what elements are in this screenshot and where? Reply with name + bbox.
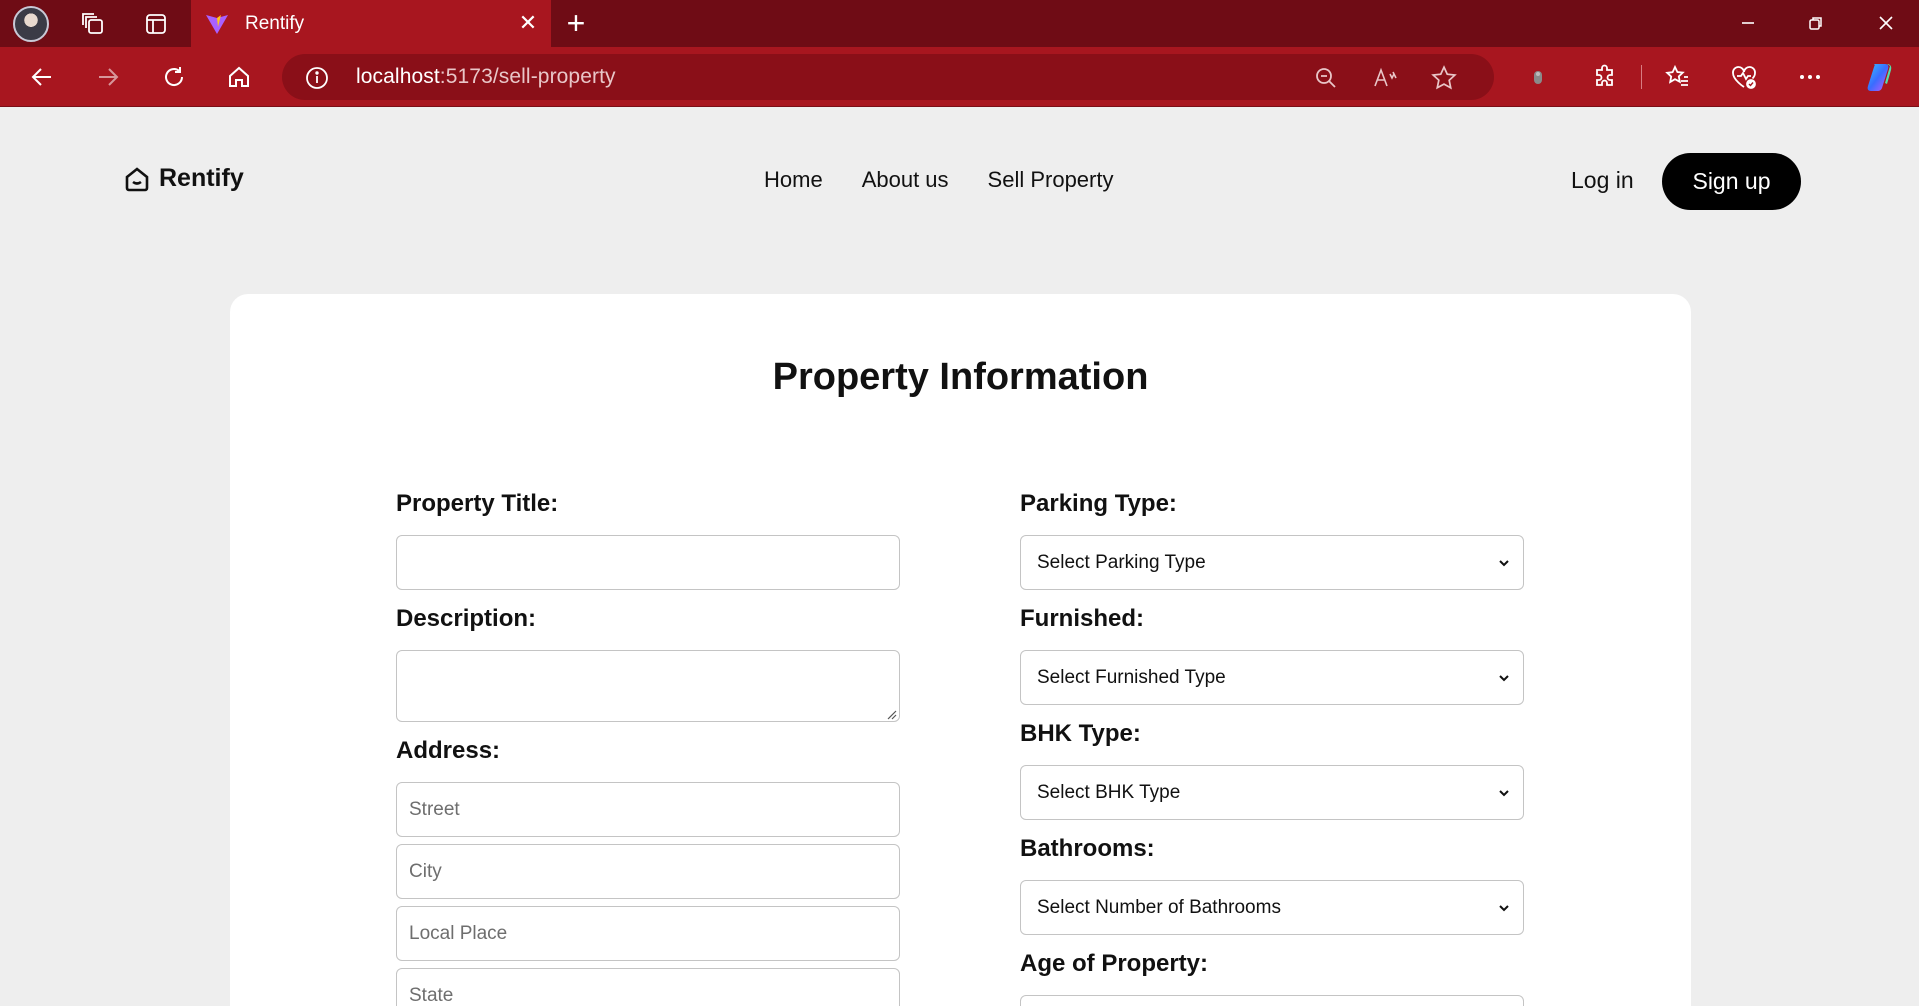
login-link[interactable]: Log in: [1571, 167, 1634, 194]
brand[interactable]: Rentify: [123, 164, 244, 193]
extension-dot-icon[interactable]: [1518, 59, 1558, 95]
chevron-down-icon: [1499, 560, 1509, 567]
vite-logo-icon: [206, 14, 228, 34]
tab-rentify[interactable]: Rentify ✕: [191, 0, 551, 47]
age-of-property-label: Age of Property:: [1020, 950, 1209, 977]
back-icon[interactable]: [22, 59, 62, 95]
forward-icon[interactable]: [88, 59, 128, 95]
home-logo-icon: [125, 166, 149, 191]
description-label: Description:: [396, 605, 537, 632]
toolbar-separator: [1641, 65, 1642, 89]
more-icon[interactable]: [1790, 59, 1830, 95]
bhk-type-select[interactable]: Select BHK Type: [1020, 765, 1524, 820]
bathrooms-value: Select Number of Bathrooms: [1037, 896, 1281, 918]
bathrooms-label: Bathrooms:: [1020, 835, 1155, 862]
browser-toolbar: localhost:5173/sell-property: [0, 47, 1919, 107]
tab-title: Rentify: [245, 12, 305, 34]
copilot-icon[interactable]: [1860, 59, 1900, 95]
age-of-property-select[interactable]: [1020, 995, 1524, 1006]
page: Rentify Home About us Sell Property Log …: [0, 107, 1919, 1006]
avatar[interactable]: [13, 6, 49, 42]
nav-sell-property[interactable]: Sell Property: [988, 167, 1114, 193]
street-input[interactable]: [396, 782, 900, 837]
bhk-type-value: Select BHK Type: [1037, 781, 1181, 803]
bhk-type-label: BHK Type:: [1020, 720, 1141, 747]
chevron-down-icon: [1499, 905, 1509, 912]
brand-name: Rentify: [159, 164, 244, 192]
extensions-icon[interactable]: [1585, 59, 1625, 95]
info-icon[interactable]: [304, 65, 330, 91]
zoom-out-icon[interactable]: [1312, 64, 1340, 92]
address-bar[interactable]: localhost:5173/sell-property: [282, 54, 1494, 100]
read-aloud-icon[interactable]: [1372, 64, 1400, 92]
local-place-input[interactable]: [396, 906, 900, 961]
bathrooms-select[interactable]: Select Number of Bathrooms: [1020, 880, 1524, 935]
furnished-select[interactable]: Select Furnished Type: [1020, 650, 1524, 705]
state-input[interactable]: [396, 968, 900, 1006]
main-nav: Home About us Sell Property: [764, 167, 1113, 193]
chevron-down-icon: [1499, 675, 1509, 682]
url-text[interactable]: localhost:5173/sell-property: [356, 65, 616, 89]
restore-icon[interactable]: [1796, 8, 1836, 38]
url-host: localhost: [356, 65, 440, 88]
furnished-label: Furnished:: [1020, 605, 1144, 632]
browser-tab-bar: Rentify ✕ +: [0, 0, 1919, 47]
parking-type-label: Parking Type:: [1020, 490, 1177, 517]
nav-home[interactable]: Home: [764, 167, 823, 193]
property-title-input[interactable]: [396, 535, 900, 590]
url-path: :5173/sell-property: [439, 65, 616, 88]
property-title-label: Property Title:: [396, 490, 559, 517]
furnished-value: Select Furnished Type: [1037, 666, 1226, 688]
tab-actions-icon[interactable]: [140, 8, 172, 40]
refresh-icon[interactable]: [154, 59, 194, 95]
chevron-down-icon: [1499, 790, 1509, 797]
window-close-icon[interactable]: [1866, 8, 1906, 38]
favorites-icon[interactable]: [1657, 59, 1697, 95]
parking-type-select[interactable]: Select Parking Type: [1020, 535, 1524, 590]
plus-icon[interactable]: +: [560, 7, 592, 40]
resize-grip-icon[interactable]: [885, 708, 897, 720]
signup-button[interactable]: Sign up: [1662, 153, 1801, 210]
home-icon[interactable]: [219, 59, 259, 95]
city-input[interactable]: [396, 844, 900, 899]
minimize-icon[interactable]: [1728, 8, 1768, 38]
parking-type-value: Select Parking Type: [1037, 551, 1206, 573]
form-title: Property Information: [772, 356, 1149, 398]
address-label: Address:: [396, 737, 501, 764]
nav-about-us[interactable]: About us: [862, 167, 949, 193]
close-icon[interactable]: ✕: [517, 12, 539, 34]
description-textarea[interactable]: [396, 650, 900, 722]
star-icon[interactable]: [1430, 64, 1458, 92]
property-form-card: Property Information Property Title: Des…: [230, 294, 1691, 1006]
browser-essentials-icon[interactable]: [1724, 59, 1764, 95]
workspaces-icon[interactable]: [77, 8, 109, 40]
